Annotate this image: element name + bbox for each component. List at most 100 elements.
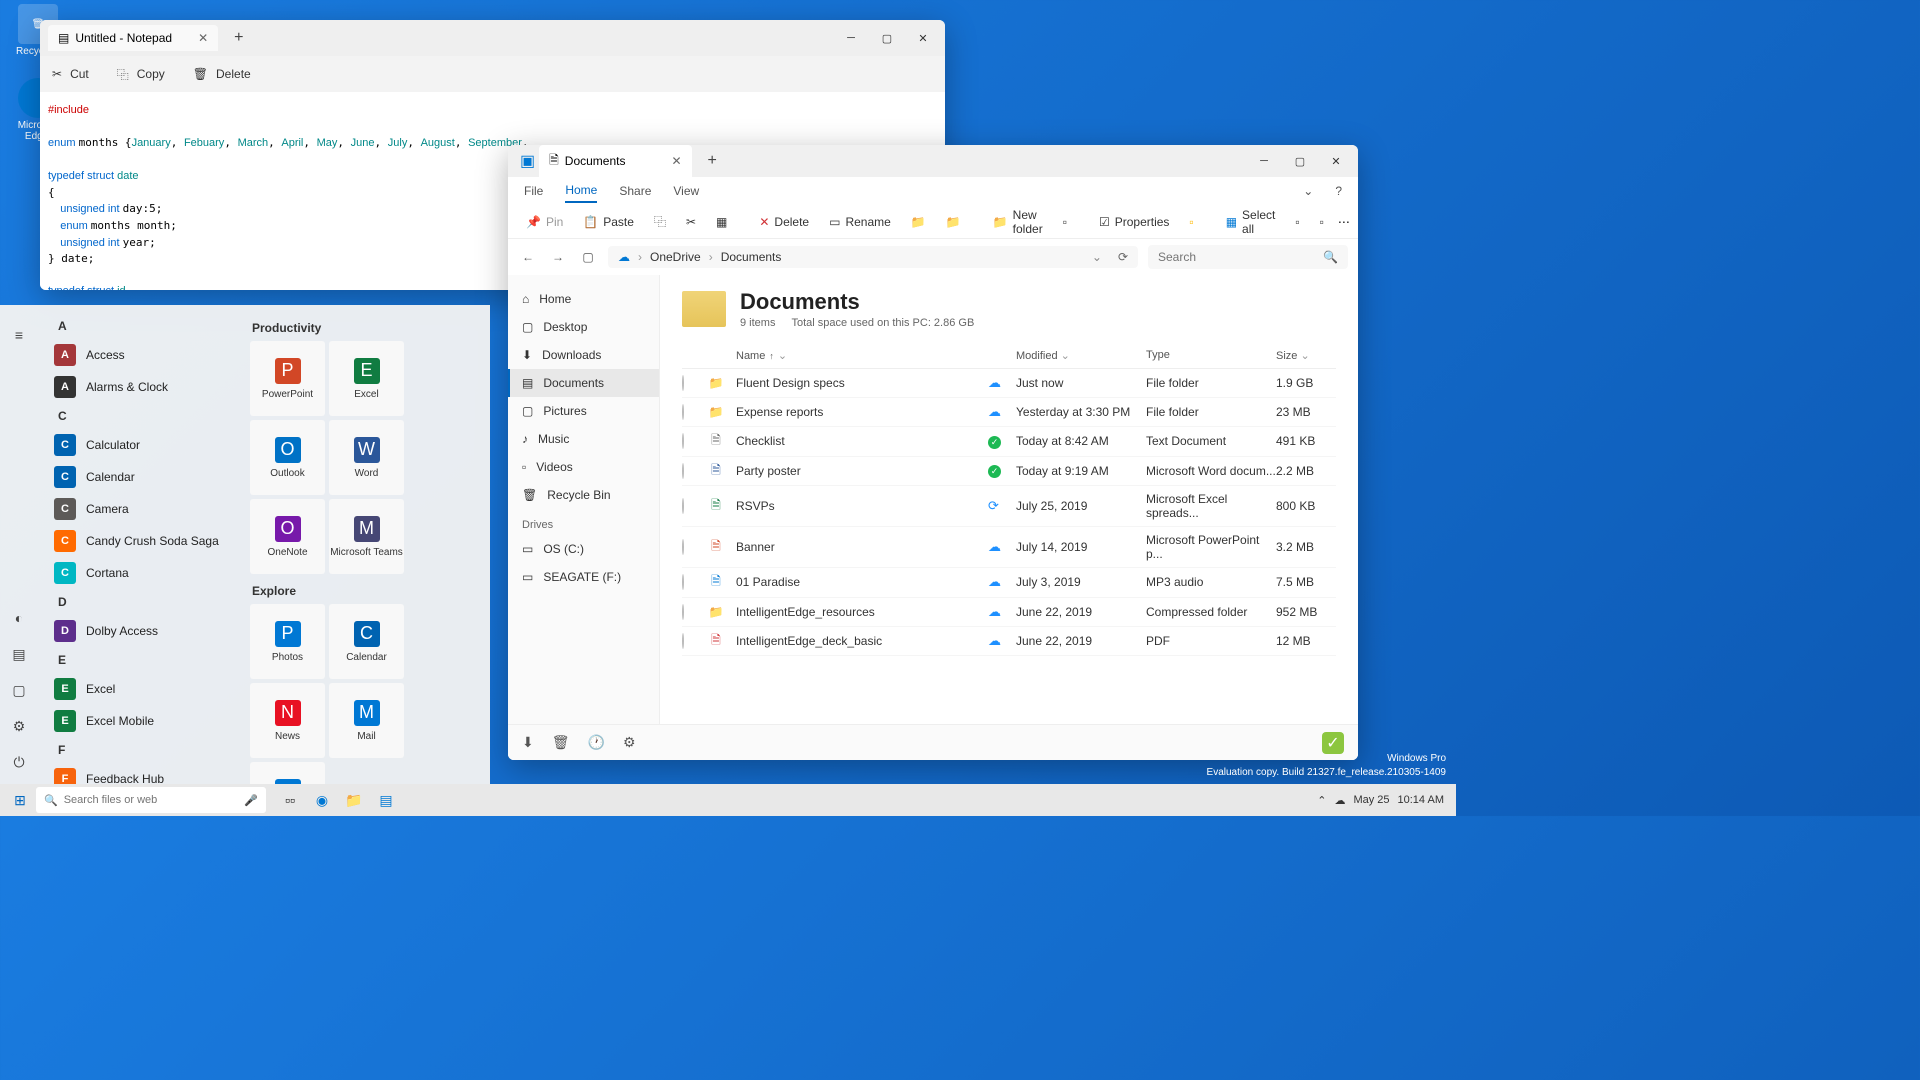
download-icon[interactable]: ⬇ [522, 734, 534, 751]
chevron-up-icon[interactable]: ⌃ [1317, 794, 1326, 807]
taskbar-time[interactable]: 10:14 AM [1398, 794, 1444, 806]
paste-button[interactable]: 📋Paste [577, 211, 640, 233]
app-item-camera[interactable]: CCamera [42, 493, 234, 525]
settings-icon[interactable]: ⚙ [7, 714, 31, 738]
new-tab-button[interactable]: + [700, 148, 725, 174]
properties-button[interactable]: ☑Properties [1093, 211, 1175, 233]
app-item-dolby-access[interactable]: DDolby Access [42, 615, 234, 647]
close-tab-icon[interactable]: ✕ [671, 154, 681, 168]
close-button[interactable]: ✕ [1318, 146, 1354, 176]
menu-home[interactable]: Home [565, 179, 597, 203]
tile-news[interactable]: NNews [250, 683, 325, 758]
header-modified[interactable]: Modified ⌄ [1016, 349, 1146, 362]
new-tab-button[interactable]: + [226, 25, 251, 51]
tile-powerpoint[interactable]: PPowerPoint [250, 341, 325, 416]
app-letter-header[interactable]: F [42, 737, 234, 763]
app-letter-header[interactable]: D [42, 589, 234, 615]
maximize-button[interactable]: ▢ [869, 23, 905, 53]
close-button[interactable]: ✕ [905, 23, 941, 53]
mic-icon[interactable]: 🎤 [244, 794, 258, 807]
pin-button[interactable]: 📌Pin [520, 211, 569, 233]
delete-button[interactable]: ✕Delete [753, 211, 815, 233]
trash-icon[interactable]: 🗑 [552, 734, 570, 751]
minimize-button[interactable]: ─ [833, 23, 869, 53]
start-apps-list[interactable]: AAAccessAAlarms & ClockCCCalculatorCCale… [38, 305, 238, 792]
sidebar-item-music[interactable]: ♪Music [508, 425, 659, 453]
select-circle[interactable] [682, 498, 684, 514]
table-row[interactable]: 🗎 Checklist ✓ Today at 8:42 AM Text Docu… [682, 427, 1336, 457]
select-all-button[interactable]: ▦Select all [1220, 204, 1282, 240]
edge-taskbar-icon[interactable]: ◉ [306, 786, 338, 814]
minimize-button[interactable]: ─ [1246, 146, 1282, 176]
start-button[interactable]: ⊞ [4, 786, 36, 814]
onedrive-icon[interactable]: ☁ [1334, 794, 1345, 807]
invert-button[interactable]: ▫ [1314, 211, 1330, 233]
tile-outlook[interactable]: OOutlook [250, 420, 325, 495]
menu-file[interactable]: File [524, 180, 543, 202]
power-icon[interactable]: ⏻ [7, 750, 31, 774]
select-none-button[interactable]: ▫ [1289, 211, 1305, 233]
select-circle[interactable] [682, 433, 684, 449]
forward-button[interactable]: → [548, 247, 568, 267]
breadcrumb-item[interactable]: Documents [721, 250, 782, 264]
taskbar-date[interactable]: May 25 [1353, 794, 1389, 806]
menu-share[interactable]: Share [619, 180, 651, 202]
copy-button[interactable]: ⿻ [648, 209, 672, 234]
delete-button[interactable]: 🗑Delete [193, 67, 251, 81]
app-letter-header[interactable]: C [42, 403, 234, 429]
table-row[interactable]: 📁 Fluent Design specs ☁ Just now File fo… [682, 369, 1336, 398]
app-item-calendar[interactable]: CCalendar [42, 461, 234, 493]
move-to-button[interactable]: 📁 [905, 211, 932, 233]
taskbar-search[interactable]: 🔍 🎤 [36, 787, 266, 813]
open-button[interactable]: ▫ [1183, 211, 1199, 233]
select-circle[interactable] [682, 375, 684, 391]
taskbar-search-input[interactable] [64, 794, 239, 806]
table-row[interactable]: 📁 IntelligentEdge_resources ☁ June 22, 2… [682, 598, 1336, 627]
tile-group-header[interactable]: Explore [250, 578, 478, 604]
app-item-cortana[interactable]: CCortana [42, 557, 234, 589]
copy-to-button[interactable]: 📁 [940, 211, 967, 233]
search-box[interactable]: 🔍 [1148, 245, 1348, 269]
tile-word[interactable]: WWord [329, 420, 404, 495]
new-item-button[interactable]: ▫ [1057, 211, 1073, 233]
select-circle[interactable] [682, 633, 684, 649]
sidebar-item-home[interactable]: ⌂Home [508, 285, 659, 313]
sidebar-drive[interactable]: ▭OS (C:) [508, 535, 659, 563]
select-circle[interactable] [682, 604, 684, 620]
sidebar-item-desktop[interactable]: ▢Desktop [508, 313, 659, 341]
back-button[interactable]: ← [518, 247, 538, 267]
tile-excel[interactable]: EExcel [329, 341, 404, 416]
rename-button[interactable]: ▭Rename [823, 211, 897, 233]
chevron-down-icon[interactable]: ⌄ [1092, 250, 1102, 264]
sidebar-item-pictures[interactable]: ▢Pictures [508, 397, 659, 425]
table-row[interactable]: 🗎 Party poster ✓ Today at 9:19 AM Micros… [682, 457, 1336, 487]
search-input[interactable] [1158, 250, 1315, 264]
sidebar-item-documents[interactable]: ▤Documents [508, 369, 659, 397]
app-item-excel[interactable]: EExcel [42, 673, 234, 705]
notepad-taskbar-icon[interactable]: ▤ [370, 786, 402, 814]
select-circle[interactable] [682, 404, 684, 420]
close-tab-icon[interactable]: ✕ [198, 31, 208, 45]
task-view-button[interactable]: ▫▫ [274, 786, 306, 814]
maximize-button[interactable]: ▢ [1282, 146, 1318, 176]
more-icon[interactable]: ⋯ [1338, 215, 1350, 229]
tile-onenote[interactable]: OOneNote [250, 499, 325, 574]
explorer-tab[interactable]: 🗎 Documents ✕ [539, 145, 691, 178]
tile-photos[interactable]: PPhotos [250, 604, 325, 679]
cut-button[interactable]: ✂Cut [52, 67, 89, 81]
explorer-taskbar-icon[interactable]: 📁 [338, 786, 370, 814]
app-item-alarms---clock[interactable]: AAlarms & Clock [42, 371, 234, 403]
table-row[interactable]: 📁 Expense reports ☁ Yesterday at 3:30 PM… [682, 398, 1336, 427]
table-row[interactable]: 🗎 01 Paradise ☁ July 3, 2019 MP3 audio 7… [682, 568, 1336, 598]
sidebar-item-videos[interactable]: ▫Videos [508, 453, 659, 481]
app-item-calculator[interactable]: CCalculator [42, 429, 234, 461]
copy-button[interactable]: ⿻Copy [117, 66, 165, 83]
up-button[interactable]: ▢ [578, 247, 598, 267]
search-icon[interactable]: 🔍 [1323, 250, 1338, 264]
select-circle[interactable] [682, 574, 684, 590]
user-icon[interactable]: ◐ [7, 606, 31, 630]
sidebar-item-recycle-bin[interactable]: 🗑Recycle Bin [508, 481, 659, 509]
header-type[interactable]: Type [1146, 349, 1276, 362]
app-letter-header[interactable]: A [42, 313, 234, 339]
notepad-tab[interactable]: ▤ Untitled - Notepad ✕ [48, 25, 218, 51]
